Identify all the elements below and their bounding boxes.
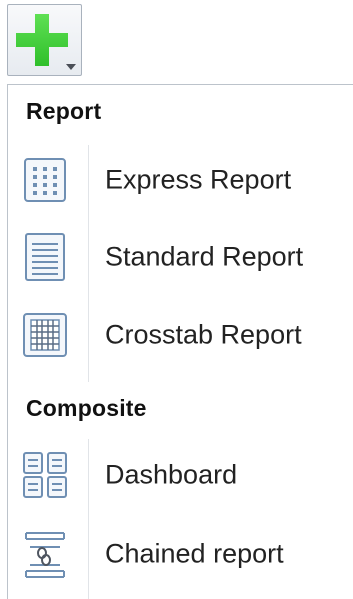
chained-report-icon: [25, 532, 65, 578]
standard-report-icon: [25, 233, 65, 281]
menu-item-express-report[interactable]: Express Report: [8, 144, 352, 216]
dashboard-icon: [23, 452, 67, 498]
menu-item-standard-report[interactable]: Standard Report: [8, 221, 352, 293]
menu-item-label: Standard Report: [105, 241, 304, 272]
add-button[interactable]: [7, 4, 82, 76]
menu-item-label: Chained report: [105, 538, 284, 569]
plus-icon: [16, 14, 68, 66]
chevron-down-icon: [66, 64, 76, 70]
menu-item-chained-report[interactable]: Chained report: [8, 518, 352, 590]
menu-item-label: Crosstab Report: [105, 319, 302, 350]
menu-item-label: Dashboard: [105, 459, 238, 490]
crosstab-report-icon: [23, 313, 67, 357]
section-header-composite: Composite: [26, 395, 147, 421]
section-header-report: Report: [26, 98, 102, 124]
menu-item-crosstab-report[interactable]: Crosstab Report: [8, 299, 352, 371]
new-item-menu-screen: Report Express Report Standard Report Cr…: [0, 0, 353, 599]
menu-item-label: Express Report: [105, 164, 292, 195]
new-item-dropdown-menu: Report Express Report Standard Report Cr…: [7, 84, 353, 599]
express-report-icon: [24, 158, 66, 202]
menu-item-dashboard[interactable]: Dashboard: [8, 439, 352, 511]
